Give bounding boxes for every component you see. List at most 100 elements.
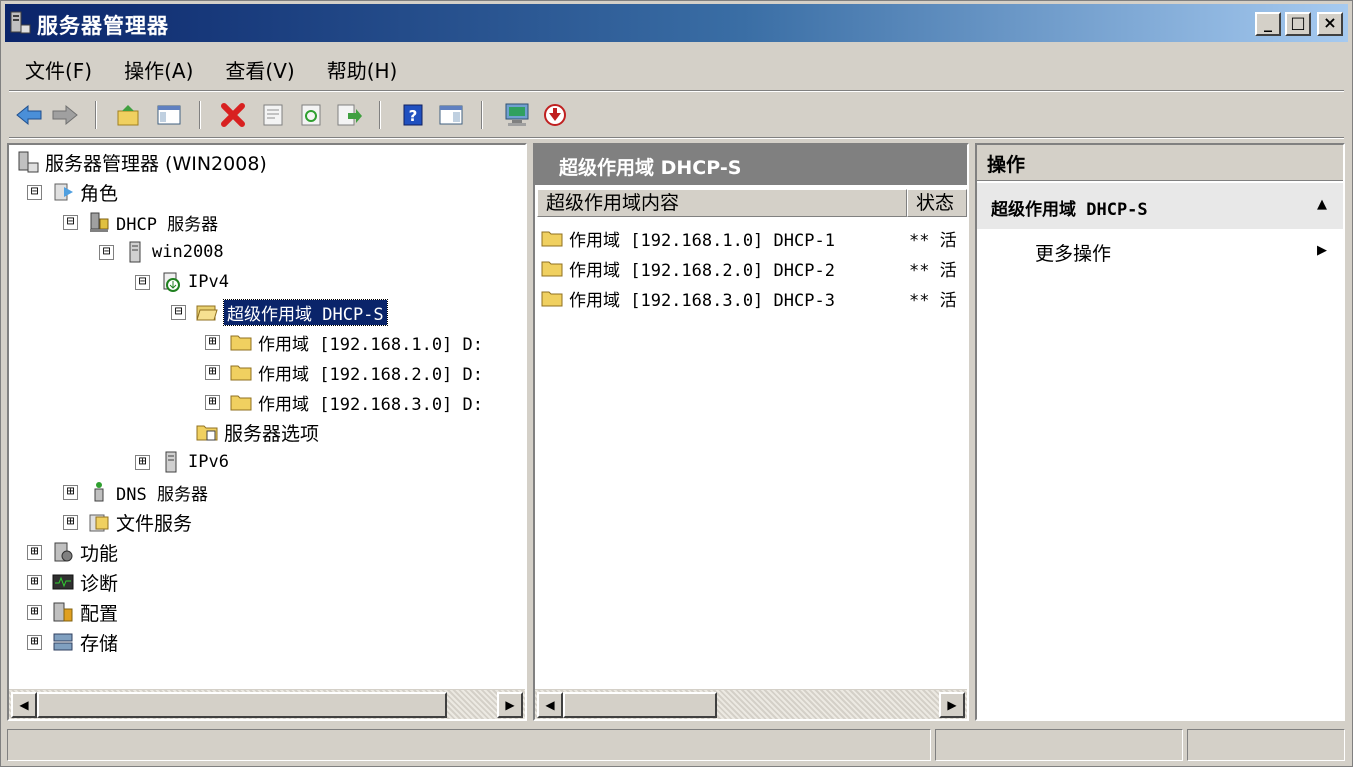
status-bar-panel [935,729,1183,761]
column-header-contents[interactable]: 超级作用域内容 [537,189,907,217]
down-arrow-icon[interactable] [539,99,571,131]
collapse-toggle[interactable]: ⊟ [27,184,42,200]
scroll-left-button[interactable]: ◀ [11,692,37,718]
expand-toggle[interactable]: ⊞ [205,364,220,380]
collapse-toggle[interactable]: ⊟ [171,304,186,320]
tree-item-storage[interactable]: ⊞ 存储 [27,627,118,657]
tree-item-diagnostics[interactable]: ⊞ 诊断 [27,567,118,597]
show-action-pane-icon[interactable] [435,99,467,131]
tree-item-features[interactable]: ⊞ 功能 [27,537,118,567]
ipv6-icon [165,451,177,473]
close-button[interactable]: × [1317,12,1343,36]
folder-icon [541,291,563,307]
actions-section-superscope[interactable]: 超级作用域 DHCP-S ▲ [977,183,1343,229]
menu-bar: 文件(F) 操作(A) 查看(V) 帮助(H) [9,51,413,87]
computer-icon[interactable] [501,99,533,131]
expand-toggle[interactable]: ⊞ [27,604,42,620]
tree-item-ipv6[interactable]: ⊞ IPv6 [135,447,229,477]
tree-label: 文件服务 [116,512,193,535]
actions-pane: 操作 超级作用域 DHCP-S ▲ 更多操作 ▶ [975,143,1345,721]
folder-icon [230,335,252,351]
expand-toggle[interactable]: ⊞ [135,454,150,470]
expand-toggle[interactable]: ⊞ [205,394,220,410]
collapse-toggle[interactable]: ⊟ [63,214,78,230]
tree-item-superscope[interactable]: ⊟ 超级作用域 DHCP-S [171,297,388,327]
actions-header: 操作 [977,145,1343,181]
menu-action[interactable]: 操作(A) [108,51,209,87]
tree-label: 作用域 [192.168.1.0] D: [258,334,483,355]
up-folder-icon[interactable] [113,99,145,131]
tree-item-scope-2[interactable]: ⊞ 作用域 [192.168.2.0] D: [205,357,483,387]
tree-item-ipv4[interactable]: ⊟ IPv4 [135,267,229,297]
expand-toggle[interactable]: ⊞ [205,334,220,350]
expand-toggle[interactable]: ⊞ [27,544,42,560]
tree-item-dhcp[interactable]: ⊟ DHCP 服务器 [63,207,218,237]
tree-item-server-options[interactable]: 服务器选项 [196,417,319,447]
collapse-toggle[interactable]: ⊟ [99,244,114,260]
tree-label: IPv4 [188,272,229,292]
open-folder-icon [196,305,218,321]
list-item[interactable]: 作用域 [192.168.1.0] DHCP-1 ** 活 [541,223,957,253]
expand-toggle[interactable]: ⊞ [63,514,78,530]
tree-item-configuration[interactable]: ⊞ 配置 [27,597,118,627]
configuration-icon [53,602,73,622]
collapse-toggle[interactable]: ⊟ [135,274,150,290]
tree-horizontal-scrollbar[interactable]: ◀ ▶ [9,689,525,719]
menu-view[interactable]: 查看(V) [209,51,310,87]
minimize-button[interactable]: _ [1255,12,1281,36]
scroll-left-button[interactable]: ◀ [537,692,563,718]
collapse-arrow-icon[interactable]: ▲ [1317,197,1327,212]
expand-toggle[interactable]: ⊞ [27,634,42,650]
server-manager-icon [10,11,31,34]
title-bar[interactable]: 服务器管理器 _ □ × [5,4,1348,42]
server-icon [129,241,141,263]
tree-item-scope-3[interactable]: ⊞ 作用域 [192.168.3.0] D: [205,387,483,417]
maximize-button[interactable]: □ [1285,12,1311,36]
toolbar-divider [9,137,1344,139]
list-item[interactable]: 作用域 [192.168.3.0] DHCP-3 ** 活 [541,283,957,313]
more-actions-item[interactable]: 更多操作 [1035,239,1111,266]
forward-icon[interactable] [49,99,81,131]
tree-label-selected: 超级作用域 DHCP-S [223,298,388,326]
tree-item-file-services[interactable]: ⊞ 文件服务 [63,507,192,537]
tree-label: 角色 [80,182,119,205]
scroll-right-button[interactable]: ▶ [939,692,965,718]
folder-icon [230,395,252,411]
back-icon[interactable] [13,99,45,131]
storage-icon [53,633,73,651]
tree-item-root[interactable]: 服务器管理器 (WIN2008) [17,147,267,177]
help-icon[interactable]: ? [397,99,429,131]
ipv4-icon [163,272,180,292]
expand-toggle[interactable]: ⊞ [27,574,42,590]
export-list-icon[interactable] [333,99,365,131]
list-horizontal-scrollbar[interactable]: ◀ ▶ [535,689,967,719]
list-title: 超级作用域 DHCP-S [535,145,967,185]
refresh-icon[interactable] [295,99,327,131]
tree-item-scope-1[interactable]: ⊞ 作用域 [192.168.1.0] D: [205,327,483,357]
content-list: 超级作用域 DHCP-S 超级作用域内容 状态 作用域 [192.168.1.0… [533,143,969,721]
delete-icon[interactable] [217,99,249,131]
tree-label: 作用域 [192.168.2.0] D: [258,364,483,385]
column-header-status[interactable]: 状态 [907,189,967,217]
tree-label: 诊断 [80,572,119,595]
folder-icon [230,365,252,381]
file-services-icon [89,514,109,532]
tree-label: 功能 [80,542,119,565]
properties-icon[interactable] [257,99,289,131]
tree-item-roles[interactable]: ⊟ 角色 [27,177,118,207]
menu-file[interactable]: 文件(F) [9,51,108,87]
tree-item-server[interactable]: ⊟ win2008 [99,237,224,267]
menu-help[interactable]: 帮助(H) [311,51,414,87]
scope-status: ** 活 [909,290,957,311]
toolbar-separator [481,101,483,129]
submenu-arrow-icon: ▶ [1317,243,1327,258]
scroll-thumb[interactable] [563,692,717,718]
expand-toggle[interactable]: ⊞ [63,484,78,500]
tree-item-dns[interactable]: ⊞ DNS 服务器 [63,477,208,507]
scroll-thumb[interactable] [37,692,447,718]
server-options-folder-icon [196,425,218,441]
scroll-right-button[interactable]: ▶ [497,692,523,718]
list-item[interactable]: 作用域 [192.168.2.0] DHCP-2 ** 活 [541,253,957,283]
show-hide-tree-icon[interactable] [153,99,185,131]
tree-label: DHCP 服务器 [116,214,219,235]
